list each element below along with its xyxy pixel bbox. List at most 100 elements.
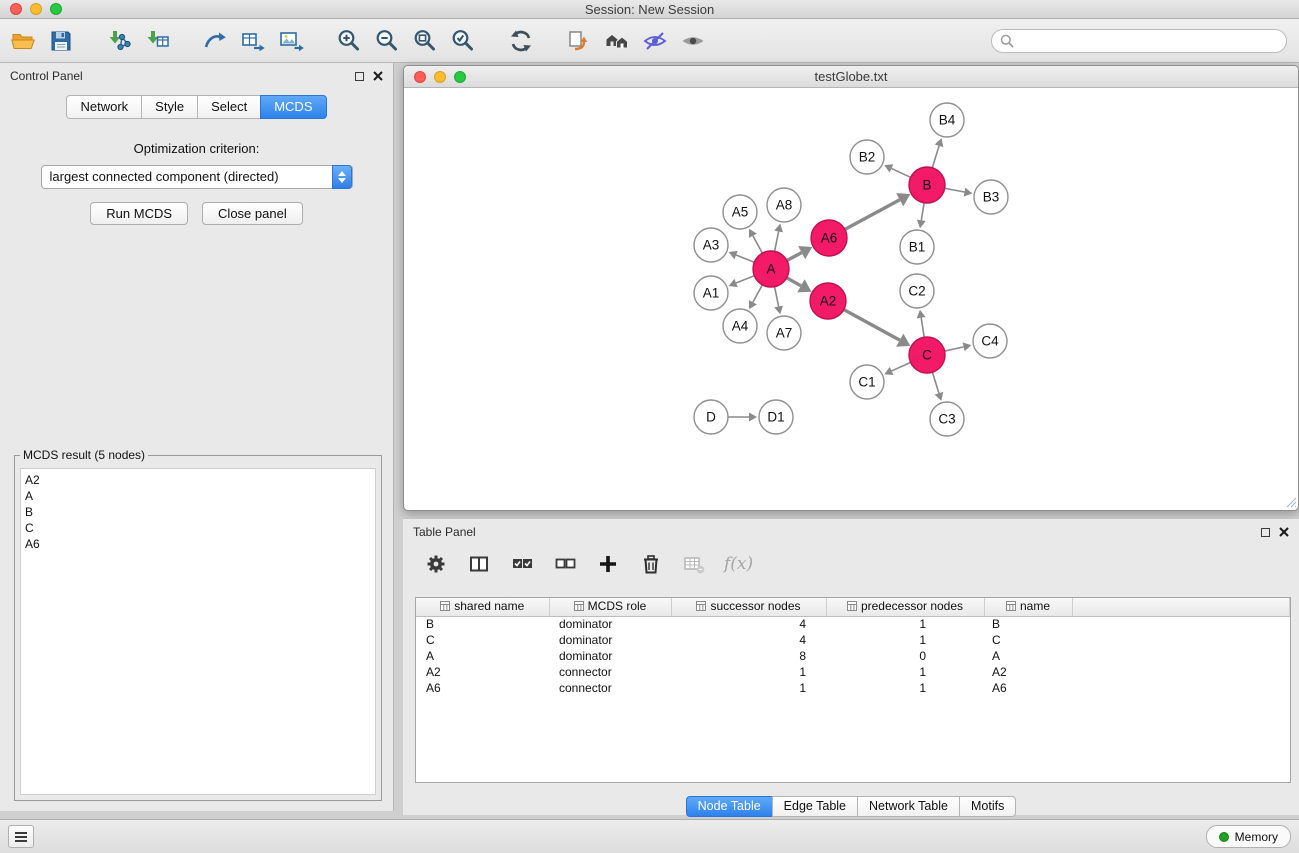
close-table-panel-icon[interactable] — [1279, 527, 1289, 537]
cell-mcds-role[interactable]: connector — [549, 680, 671, 696]
graph-edge-A-A8[interactable] — [774, 231, 778, 252]
show-columns-button[interactable] — [466, 551, 492, 577]
network-window-titlebar[interactable]: testGlobe.txt — [404, 66, 1298, 88]
tab-network-table[interactable]: Network Table — [857, 796, 960, 817]
close-panel-button[interactable]: Close panel — [202, 202, 303, 225]
cell-mcds-role[interactable]: dominator — [549, 648, 671, 664]
open-session-button[interactable] — [4, 23, 42, 59]
cell-shared-name[interactable]: A2 — [416, 664, 549, 680]
deselect-all-button[interactable] — [552, 551, 578, 577]
mcds-result-item[interactable]: A — [25, 488, 375, 504]
cell-mcds-role[interactable]: dominator — [549, 632, 671, 648]
cell-shared-name[interactable]: A — [416, 648, 549, 664]
float-panel-icon[interactable] — [355, 72, 364, 81]
graph-edge-C-C1[interactable] — [892, 362, 912, 371]
tab-network[interactable]: Network — [66, 95, 142, 119]
tab-style[interactable]: Style — [141, 95, 198, 119]
zoom-in-button[interactable] — [330, 23, 368, 59]
column-header-mcds-role[interactable]: MCDS role — [549, 598, 671, 616]
graph-edge-A-A2[interactable] — [786, 277, 801, 286]
table-settings-button[interactable] — [423, 551, 449, 577]
zoom-out-button[interactable] — [368, 23, 406, 59]
graph-edge-B-B2[interactable] — [891, 168, 911, 177]
graph-edge-A2-C[interactable] — [843, 309, 900, 340]
graph-edge-A-A6[interactable] — [786, 253, 802, 261]
graph-edge-A-A5[interactable] — [753, 236, 763, 254]
table-row[interactable]: A2 connector 1 1 A2 — [416, 664, 1290, 680]
task-history-button[interactable] — [8, 825, 34, 848]
graph-edge-A-A1[interactable] — [736, 275, 755, 283]
table-row[interactable]: A6 connector 1 1 A6 — [416, 680, 1290, 696]
cell-predecessor-nodes[interactable]: 1 — [826, 632, 984, 648]
zoom-fit-button[interactable] — [406, 23, 444, 59]
cell-mcds-role[interactable]: dominator — [549, 616, 671, 632]
cell-successor-nodes[interactable]: 1 — [671, 680, 826, 696]
function-builder-button[interactable]: f(x) — [724, 551, 753, 577]
graph-edge-C-C3[interactable] — [932, 371, 939, 393]
cell-successor-nodes[interactable]: 4 — [671, 616, 826, 632]
export-table-button[interactable] — [234, 23, 272, 59]
duplicate-network-button[interactable] — [560, 23, 598, 59]
cell-mcds-role[interactable]: connector — [549, 664, 671, 680]
cell-name[interactable]: A6 — [984, 680, 1072, 696]
run-mcds-button[interactable]: Run MCDS — [90, 202, 188, 225]
table-row[interactable]: A dominator 8 0 A — [416, 648, 1290, 664]
mcds-result-item[interactable]: A6 — [25, 536, 375, 552]
close-panel-icon[interactable] — [373, 71, 383, 81]
graph-edge-C-C2[interactable] — [921, 318, 924, 339]
export-network-button[interactable] — [196, 23, 234, 59]
graph-edge-A6-B[interactable] — [844, 200, 900, 230]
graph-edge-B-B4[interactable] — [932, 146, 939, 169]
float-table-panel-icon[interactable] — [1261, 528, 1270, 537]
graph-edge-B-B3[interactable] — [944, 188, 965, 192]
memory-button[interactable]: Memory — [1206, 825, 1291, 848]
cell-predecessor-nodes[interactable]: 1 — [826, 680, 984, 696]
export-image-button[interactable] — [272, 23, 310, 59]
cell-name[interactable]: C — [984, 632, 1072, 648]
network-canvas[interactable]: AA1A2A3A4A5A6A7A8BB1B2B3B4CC1C2C3C4DD1 — [404, 88, 1298, 509]
add-column-button[interactable] — [595, 551, 621, 577]
select-all-button[interactable] — [509, 551, 535, 577]
zoom-selected-button[interactable] — [444, 23, 482, 59]
cell-predecessor-nodes[interactable]: 1 — [826, 616, 984, 632]
mcds-result-item[interactable]: B — [25, 504, 375, 520]
save-session-button[interactable] — [42, 23, 80, 59]
graph-edge-A-A4[interactable] — [753, 284, 763, 302]
cell-successor-nodes[interactable]: 8 — [671, 648, 826, 664]
show-hidden-button[interactable] — [674, 23, 712, 59]
tab-select[interactable]: Select — [197, 95, 261, 119]
import-table-button[interactable] — [138, 23, 176, 59]
cell-predecessor-nodes[interactable]: 0 — [826, 648, 984, 664]
column-header-successor-nodes[interactable]: successor nodes — [671, 598, 826, 616]
tab-mcds[interactable]: MCDS — [260, 95, 326, 119]
column-header-shared-name[interactable]: shared name — [416, 598, 549, 616]
graph-edge-B-B1[interactable] — [921, 202, 924, 221]
column-header-predecessor-nodes[interactable]: predecessor nodes — [826, 598, 984, 616]
cell-successor-nodes[interactable]: 4 — [671, 632, 826, 648]
cell-name[interactable]: A2 — [984, 664, 1072, 680]
table-row[interactable]: B dominator 4 1 B — [416, 616, 1290, 632]
mcds-result-item[interactable]: C — [25, 520, 375, 536]
mcds-result-item[interactable]: A2 — [25, 472, 375, 488]
graph-edge-A-A7[interactable] — [774, 286, 778, 307]
graph-edge-A-A3[interactable] — [736, 255, 755, 263]
graph-edge-C-C4[interactable] — [944, 347, 964, 351]
criterion-dropdown[interactable]: largest connected component (directed) — [41, 165, 353, 189]
tab-motifs[interactable]: Motifs — [959, 796, 1016, 817]
tab-node-table[interactable]: Node Table — [686, 796, 773, 817]
search-input[interactable] — [1020, 33, 1278, 48]
tab-edge-table[interactable]: Edge Table — [772, 796, 858, 817]
cell-name[interactable]: B — [984, 616, 1072, 632]
refresh-button[interactable] — [502, 23, 540, 59]
column-header-name[interactable]: name — [984, 598, 1072, 616]
cell-predecessor-nodes[interactable]: 1 — [826, 664, 984, 680]
delete-table-button[interactable] — [681, 551, 707, 577]
hide-selected-button[interactable] — [636, 23, 674, 59]
delete-column-button[interactable] — [638, 551, 664, 577]
import-network-button[interactable] — [100, 23, 138, 59]
table-row[interactable]: C dominator 4 1 C — [416, 632, 1290, 648]
resize-grip-icon[interactable] — [1284, 495, 1297, 508]
houses-button[interactable] — [598, 23, 636, 59]
cell-successor-nodes[interactable]: 1 — [671, 664, 826, 680]
cell-name[interactable]: A — [984, 648, 1072, 664]
